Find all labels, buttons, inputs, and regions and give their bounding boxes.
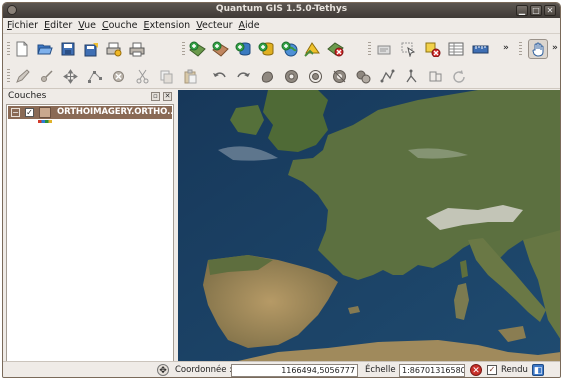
layers-panel-header: Couches ▫ ✕ [6, 90, 174, 104]
maximize-button[interactable]: □ [530, 5, 542, 16]
identify-icon[interactable] [375, 40, 393, 58]
satellite-map-image [178, 90, 560, 361]
qgis-main-window: Quantum GIS 1.5.0-Tethys ▁ □ ✕ Fichier Ed… [2, 2, 561, 378]
render-label: Rendu [501, 365, 528, 375]
close-button[interactable]: ✕ [544, 5, 556, 16]
move-feature-icon[interactable] [61, 67, 79, 85]
deselect-icon[interactable] [423, 40, 441, 58]
layer-tree[interactable]: − ✓ ORTHOIMAGERY.ORTHO... [6, 104, 177, 362]
toggle-editing-icon[interactable] [13, 67, 31, 85]
add-ring-icon[interactable] [282, 67, 300, 85]
add-postgis-layer-icon[interactable] [234, 40, 252, 58]
layer-legend-swatch [38, 120, 52, 123]
coordinate-label: Coordonnée : [175, 365, 233, 375]
projection-icon[interactable]: ◧ [532, 364, 544, 376]
paste-features-icon[interactable] [181, 67, 199, 85]
menu-couche[interactable]: Couche [98, 18, 140, 31]
menu-editer[interactable]: Editer [40, 18, 74, 31]
save-project-icon[interactable] [59, 40, 77, 58]
delete-part-icon[interactable] [354, 67, 372, 85]
cut-features-icon[interactable] [133, 67, 151, 85]
status-bar: ✥ Coordonnée : 1166494,5056777 Échelle 1… [3, 361, 560, 377]
redo-icon[interactable] [234, 67, 252, 85]
window-title: Quantum GIS 1.5.0-Tethys [215, 4, 348, 14]
float-panel-icon[interactable]: ▫ [151, 92, 160, 101]
rotate-point-symbols-icon[interactable] [450, 67, 468, 85]
toolbar-grip[interactable] [7, 69, 10, 83]
layer-visibility-checkbox[interactable]: ✓ [25, 108, 34, 117]
title-bar: Quantum GIS 1.5.0-Tethys ▁ □ ✕ [3, 3, 560, 18]
render-checkbox[interactable]: ✓ [487, 365, 497, 375]
map-canvas[interactable] [178, 90, 560, 361]
measure-icon[interactable] [471, 40, 489, 58]
toolbar-grip[interactable] [368, 42, 371, 56]
raster-layer-icon [39, 107, 51, 118]
minimize-button[interactable]: ▁ [516, 5, 528, 16]
save-as-icon[interactable] [82, 40, 100, 58]
menu-extension[interactable]: Extension [140, 18, 193, 31]
delete-selected-icon[interactable] [109, 67, 127, 85]
print-icon[interactable] [128, 40, 146, 58]
capture-point-icon[interactable] [37, 67, 55, 85]
menu-vue[interactable]: Vue [74, 18, 98, 31]
open-project-icon[interactable] [36, 40, 54, 58]
remove-layer-icon[interactable] [326, 40, 344, 58]
print-composer-icon[interactable] [105, 40, 123, 58]
toolbar-overflow-icon[interactable]: » [503, 43, 509, 53]
toolbar-grip[interactable] [519, 42, 522, 56]
menu-fichier[interactable]: Fichier [3, 18, 40, 31]
delete-ring-icon[interactable] [330, 67, 348, 85]
add-spatialite-layer-icon[interactable] [257, 40, 275, 58]
layer-row-orthoimagery[interactable]: − ✓ ORTHOIMAGERY.ORTHO... [8, 106, 177, 119]
node-tool-icon[interactable] [85, 67, 103, 85]
collapse-icon[interactable]: − [11, 108, 20, 117]
scale-field[interactable]: 1:867013165805 [399, 364, 465, 377]
add-vector-layer-icon[interactable] [188, 40, 206, 58]
merge-features-icon[interactable] [426, 67, 444, 85]
add-island-icon[interactable] [306, 67, 324, 85]
digitizing-toolbar [3, 63, 560, 89]
menu-aide[interactable]: Aide [235, 18, 262, 31]
coordinate-capture-icon[interactable]: ✥ [157, 364, 169, 376]
menu-bar: Fichier Editer Vue Couche Extension Vecteur Ai… [3, 18, 560, 34]
close-panel-icon[interactable]: ✕ [163, 92, 172, 101]
copy-features-icon[interactable] [157, 67, 175, 85]
reshape-features-icon[interactable] [378, 67, 396, 85]
toolbar-overflow-icon-2[interactable]: » [552, 43, 558, 53]
layer-name: ORTHOIMAGERY.ORTHO... [57, 107, 177, 117]
toolbar-grip[interactable] [7, 42, 10, 56]
add-wms-layer-icon[interactable] [280, 40, 298, 58]
simplify-feature-icon[interactable] [258, 67, 276, 85]
menu-vecteur[interactable]: Vecteur [192, 18, 234, 31]
new-project-icon[interactable] [13, 40, 31, 58]
scale-label: Échelle [365, 365, 396, 375]
add-raster-layer-icon[interactable] [211, 40, 229, 58]
new-shapefile-icon[interactable] [303, 40, 321, 58]
attribute-table-icon[interactable] [447, 40, 465, 58]
pan-hand-icon[interactable] [528, 39, 548, 59]
coordinate-field[interactable]: 1166494,5056777 [231, 364, 358, 377]
select-icon[interactable] [399, 40, 417, 58]
toolbar-grip[interactable] [182, 42, 185, 56]
layers-panel-title: Couches [8, 91, 47, 101]
undo-icon[interactable] [210, 67, 228, 85]
stop-rendering-icon[interactable]: ✕ [470, 364, 482, 376]
main-toolbar: » » [3, 36, 560, 62]
split-features-icon[interactable] [402, 67, 420, 85]
layers-panel: Couches ▫ ✕ − ✓ ORTHOIMAGERY.ORTHO... [6, 90, 177, 362]
